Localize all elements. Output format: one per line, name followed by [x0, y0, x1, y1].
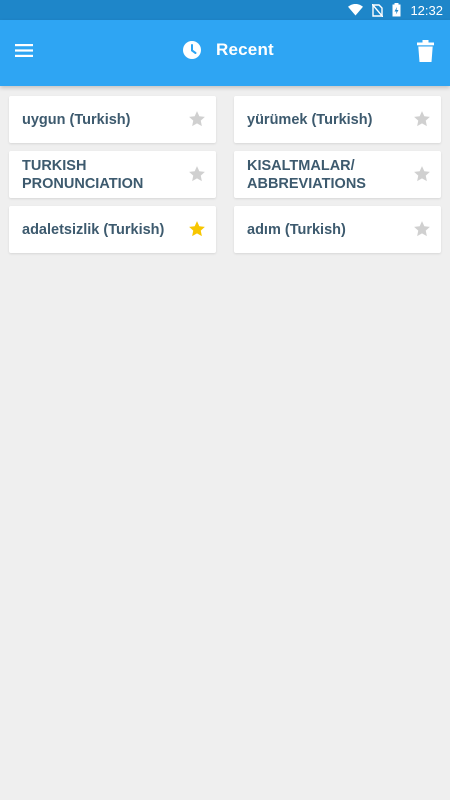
recent-item-label: adım (Turkish): [247, 221, 346, 238]
recent-item-label: TURKISH PRONUNCIATION: [22, 157, 144, 192]
recent-item-label: uygun (Turkish): [22, 111, 131, 128]
recent-item-label: yürümek (Turkish): [247, 111, 373, 128]
star-icon[interactable]: [413, 220, 431, 238]
star-icon[interactable]: [188, 165, 206, 183]
page-title: Recent: [216, 40, 274, 59]
trash-icon: [416, 40, 434, 62]
star-icon[interactable]: [413, 165, 431, 183]
recent-item[interactable]: adaletsizlik (Turkish): [9, 206, 216, 253]
recent-item[interactable]: TURKISH PRONUNCIATION: [9, 151, 216, 198]
recent-item[interactable]: yürümek (Turkish): [234, 96, 441, 143]
no-sim-icon: [372, 3, 384, 17]
recent-item[interactable]: uygun (Turkish): [9, 96, 216, 143]
recent-item-label: adaletsizlik (Turkish): [22, 221, 165, 238]
status-bar: 12:32: [0, 0, 450, 20]
star-filled-icon[interactable]: [188, 220, 206, 238]
menu-icon: [15, 43, 33, 57]
recent-item-label: KISALTMALAR/ ABBREVIATIONS: [247, 157, 366, 192]
wifi-icon: [348, 4, 364, 16]
battery-icon: [392, 3, 401, 17]
recent-item[interactable]: adım (Turkish): [234, 206, 441, 253]
status-time: 12:32: [410, 2, 443, 18]
clear-history-button[interactable]: [412, 36, 438, 66]
star-icon[interactable]: [188, 110, 206, 128]
recent-list: uygun (Turkish) yürümek (Turkish) TURKIS…: [9, 96, 441, 253]
recent-item[interactable]: KISALTMALAR/ ABBREVIATIONS: [234, 151, 441, 198]
app-bar: Recent: [0, 20, 450, 86]
clock-icon: [183, 41, 201, 59]
app-title-group: Recent: [182, 40, 274, 60]
star-icon[interactable]: [413, 110, 431, 128]
menu-button[interactable]: [8, 34, 40, 66]
